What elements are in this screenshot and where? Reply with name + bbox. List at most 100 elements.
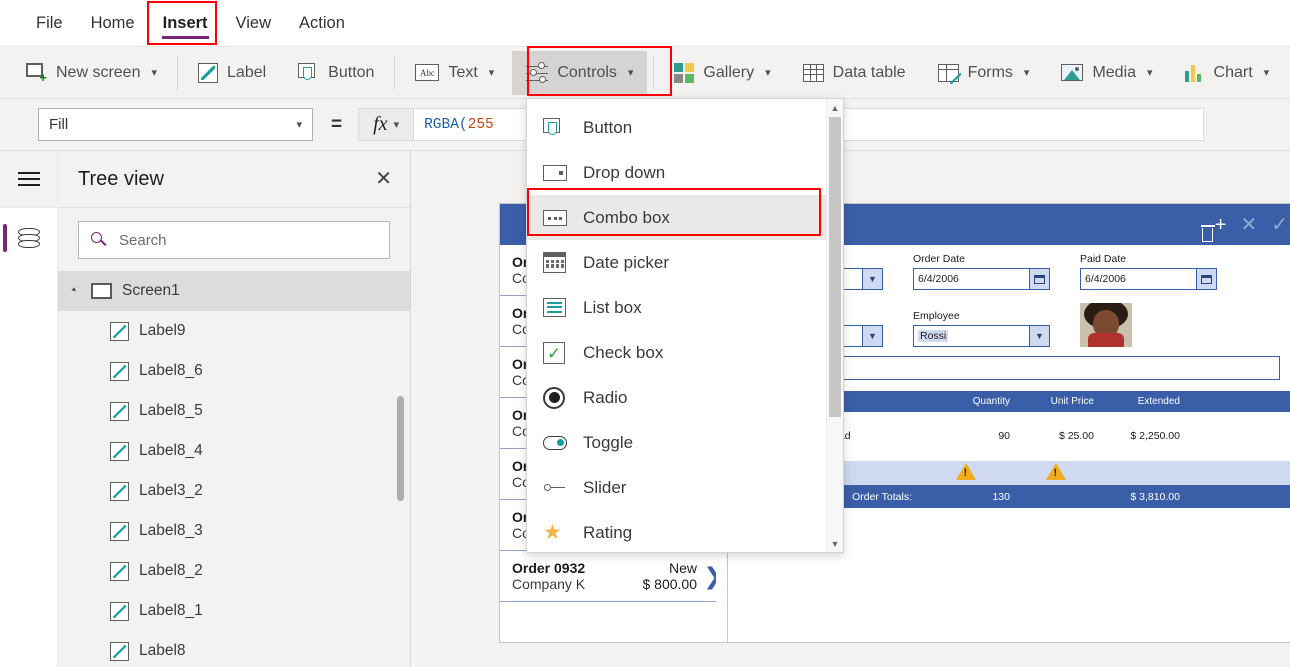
menu-item-combo-box[interactable]: Combo box: [527, 195, 826, 240]
ribbon-controls-menu[interactable]: Controls ▾: [512, 50, 648, 95]
menu-item-label: View: [235, 13, 272, 32]
tree-node-label: Label8: [139, 642, 186, 659]
tree-node-label9[interactable]: Label9: [58, 311, 410, 351]
formula-function-token: RGBA(: [424, 116, 468, 133]
tree-node-label8-3[interactable]: Label8_3: [58, 511, 410, 551]
menu-item-list-box[interactable]: List box: [527, 285, 826, 330]
chevron-down-icon[interactable]: ▼: [862, 269, 882, 289]
flyout-scrollbar[interactable]: ▲ ▼: [826, 99, 843, 552]
close-icon[interactable]: ✕: [375, 169, 392, 189]
hamburger-menu-button[interactable]: [0, 151, 57, 208]
tree-list: ▸ Screen1 Label9 Label8_6 Label8_5 Label…: [58, 271, 410, 667]
chevron-down-icon: ▾: [1023, 67, 1030, 79]
ribbon-label: Forms: [967, 63, 1013, 81]
save-record-icon[interactable]: ✓: [1271, 215, 1288, 235]
tree-node-screen1[interactable]: ▸ Screen1: [58, 271, 410, 311]
menu-item-label: Button: [583, 117, 633, 137]
data-table-icon: [802, 63, 824, 82]
ribbon-new-screen[interactable]: + New screen ▾: [2, 51, 171, 95]
star-rating-icon: ★: [543, 520, 562, 544]
calendar-icon[interactable]: [1196, 269, 1216, 289]
field-label: Paid Date: [1080, 253, 1127, 265]
field-employee: Employee Rossi ▼: [913, 310, 1050, 347]
menu-item-check-box[interactable]: ✓ Check box: [527, 330, 826, 375]
ribbon-data-table[interactable]: Data table: [789, 51, 920, 95]
warning-icon: !: [1046, 463, 1066, 480]
warning-icon: !: [956, 463, 976, 480]
chevron-expanded-icon[interactable]: ▸: [70, 285, 83, 298]
ribbon-label: New screen: [56, 63, 141, 81]
menu-item-label: Slider: [583, 477, 627, 497]
toggle-icon: [543, 431, 567, 455]
order-status: New: [668, 560, 697, 576]
chevron-down-icon[interactable]: ▼: [1029, 326, 1049, 346]
chevron-down-icon[interactable]: ▼: [862, 326, 882, 346]
tree-search-wrap: Search: [58, 208, 410, 271]
ribbon-media-menu[interactable]: Media ▾: [1047, 51, 1166, 95]
tree-scrollbar-thumb[interactable]: [397, 396, 404, 501]
cancel-record-icon[interactable]: ✕: [1240, 215, 1257, 235]
menu-item-label: Date picker: [583, 252, 669, 272]
ribbon-forms-menu[interactable]: Forms ▾: [924, 51, 1044, 95]
order-date-picker[interactable]: 6/4/2006: [913, 268, 1050, 290]
ribbon-label: Label: [227, 63, 267, 81]
pen-label-icon: [198, 62, 219, 83]
tree-node-label8[interactable]: Label8: [58, 631, 410, 667]
tree-node-label8-1[interactable]: Label8_1: [58, 591, 410, 631]
chart-icon: [1184, 64, 1205, 82]
menu-item-label: Rating: [583, 522, 633, 542]
cell-unit-price: $ 25.00: [1058, 430, 1094, 442]
dropdown-icon: [543, 161, 567, 185]
list-item-selected[interactable]: Order 0932 New Company K $ 800.00 ❯: [500, 551, 727, 602]
tree-node-label8-2[interactable]: Label8_2: [58, 551, 410, 591]
menu-item-drop-down[interactable]: Drop down: [527, 150, 826, 195]
slider-icon: [543, 476, 567, 500]
menu-item-home[interactable]: Home: [77, 0, 149, 46]
left-rail: [0, 151, 58, 667]
tree-node-label: Label8_2: [139, 562, 203, 579]
menu-item-button[interactable]: Button: [527, 105, 826, 150]
tree-node-label3-2[interactable]: Label3_2: [58, 471, 410, 511]
order-amount: $ 800.00: [642, 576, 698, 592]
scrollbar-thumb[interactable]: [829, 117, 841, 417]
menu-item-rating[interactable]: ★ Rating: [527, 510, 826, 555]
label-control-icon: [110, 361, 129, 381]
tree-view-header: Tree view ✕: [58, 151, 410, 208]
menu-item-slider[interactable]: Slider: [527, 465, 826, 510]
ribbon-label: Button: [328, 63, 375, 81]
label-control-icon: [110, 401, 129, 421]
rail-item-tree-view[interactable]: [0, 208, 57, 268]
menu-item-action[interactable]: Action: [285, 0, 359, 46]
tree-node-label8-4[interactable]: Label8_4: [58, 431, 410, 471]
scroll-up-icon[interactable]: ▲: [827, 99, 843, 116]
ribbon-label-control[interactable]: Label: [184, 51, 280, 95]
property-select-value: Fill: [49, 116, 69, 133]
ribbon-gallery-menu[interactable]: Gallery ▾: [660, 51, 784, 95]
menu-item-toggle[interactable]: Toggle: [527, 420, 826, 465]
menu-item-file[interactable]: File: [22, 0, 77, 46]
paid-date-picker[interactable]: 6/4/2006: [1080, 268, 1217, 290]
menu-item-date-picker[interactable]: Date picker: [527, 240, 826, 285]
employee-dropdown[interactable]: Rossi ▼: [913, 325, 1050, 347]
menu-item-radio[interactable]: Radio: [527, 375, 826, 420]
search-input[interactable]: Search: [78, 221, 390, 259]
menu-item-view[interactable]: View: [222, 0, 285, 46]
scroll-down-icon[interactable]: ▼: [827, 535, 843, 552]
tree-node-label: Label8_5: [139, 402, 203, 419]
calendar-icon[interactable]: [1029, 269, 1049, 289]
tree-node-label8-6[interactable]: Label8_6: [58, 351, 410, 391]
fx-button[interactable]: fx ▾: [358, 108, 415, 141]
totals-extended: $ 3,810.00: [1130, 490, 1180, 503]
power-apps-studio: File Home Insert View Action + New scree…: [0, 0, 1290, 667]
cell-extended: $ 2,250.00: [1130, 430, 1180, 442]
menu-item-insert[interactable]: Insert: [149, 0, 222, 46]
ribbon-text-control[interactable]: Abc Text ▾: [401, 51, 508, 95]
property-select[interactable]: Fill ▾: [38, 108, 313, 141]
ribbon-chart-menu[interactable]: Chart ▾: [1171, 51, 1284, 95]
tree-node-label8-5[interactable]: Label8_5: [58, 391, 410, 431]
ribbon-button-control[interactable]: Button: [284, 51, 388, 95]
label-control-icon: [110, 441, 129, 461]
radio-icon: [543, 386, 567, 410]
add-record-icon[interactable]: +: [1215, 215, 1227, 235]
tree-node-label: Label9: [139, 322, 186, 339]
